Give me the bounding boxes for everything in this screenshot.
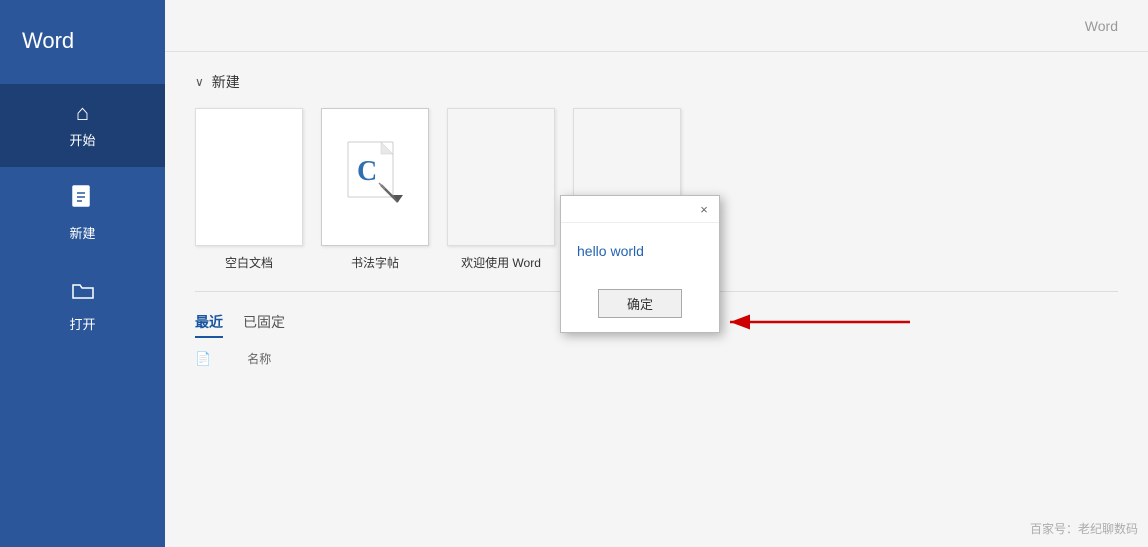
new-section-title: 新建: [212, 72, 240, 92]
app-title: Word: [0, 0, 165, 74]
dialog-titlebar: ×: [561, 196, 719, 223]
template-label-blank: 空白文档: [225, 254, 273, 271]
open-icon: [70, 278, 96, 308]
sidebar-nav: ⌂ 开始 新建 打开: [0, 84, 165, 351]
list-header-row: 📄 名称: [195, 350, 1118, 367]
list-header: 名称: [247, 350, 271, 367]
template-label-welcome: 欢迎使用 Word: [461, 254, 541, 271]
template-calligraphy[interactable]: C 书法字帖: [321, 108, 429, 271]
chevron-icon: ∨: [195, 75, 204, 89]
list-icon: 📄: [195, 351, 211, 367]
template-thumb-calligraphy: C: [321, 108, 429, 246]
dialog: × hello world 确定: [560, 195, 720, 333]
main-content: Word ∨ 新建 空白文档: [165, 0, 1148, 547]
template-thumb-blank: [195, 108, 303, 246]
tab-recent[interactable]: 最近: [195, 308, 223, 338]
template-welcome[interactable]: 欢迎使用 Word: [447, 108, 555, 271]
sidebar-item-new[interactable]: 新建: [0, 167, 165, 260]
new-section-header: ∨ 新建: [195, 72, 1118, 92]
dialog-message: hello world: [577, 243, 703, 259]
sidebar-item-open[interactable]: 打开: [0, 260, 165, 351]
template-label-calligraphy: 书法字帖: [351, 254, 399, 271]
sidebar-label-open: 打开: [69, 314, 95, 333]
dialog-close-button[interactable]: ×: [695, 200, 713, 218]
home-icon: ⌂: [76, 102, 89, 124]
sidebar: Word ⌂ 开始 新建: [0, 0, 165, 547]
new-icon: [70, 185, 96, 217]
template-blank[interactable]: 空白文档: [195, 108, 303, 271]
tab-pinned[interactable]: 已固定: [243, 308, 285, 338]
dialog-body: hello world: [561, 223, 719, 289]
template-thumb-welcome: [447, 108, 555, 246]
watermark: 百家号：老纪聊数码: [1030, 520, 1138, 537]
svg-text:C: C: [357, 156, 377, 187]
sidebar-label-home: 开始: [69, 130, 95, 149]
sidebar-label-new: 新建: [69, 223, 95, 242]
sidebar-item-home[interactable]: ⌂ 开始: [0, 84, 165, 167]
topbar: Word: [165, 0, 1148, 52]
topbar-title: Word: [1085, 18, 1118, 34]
dialog-ok-button[interactable]: 确定: [598, 289, 682, 318]
dialog-footer: 确定: [561, 289, 719, 332]
